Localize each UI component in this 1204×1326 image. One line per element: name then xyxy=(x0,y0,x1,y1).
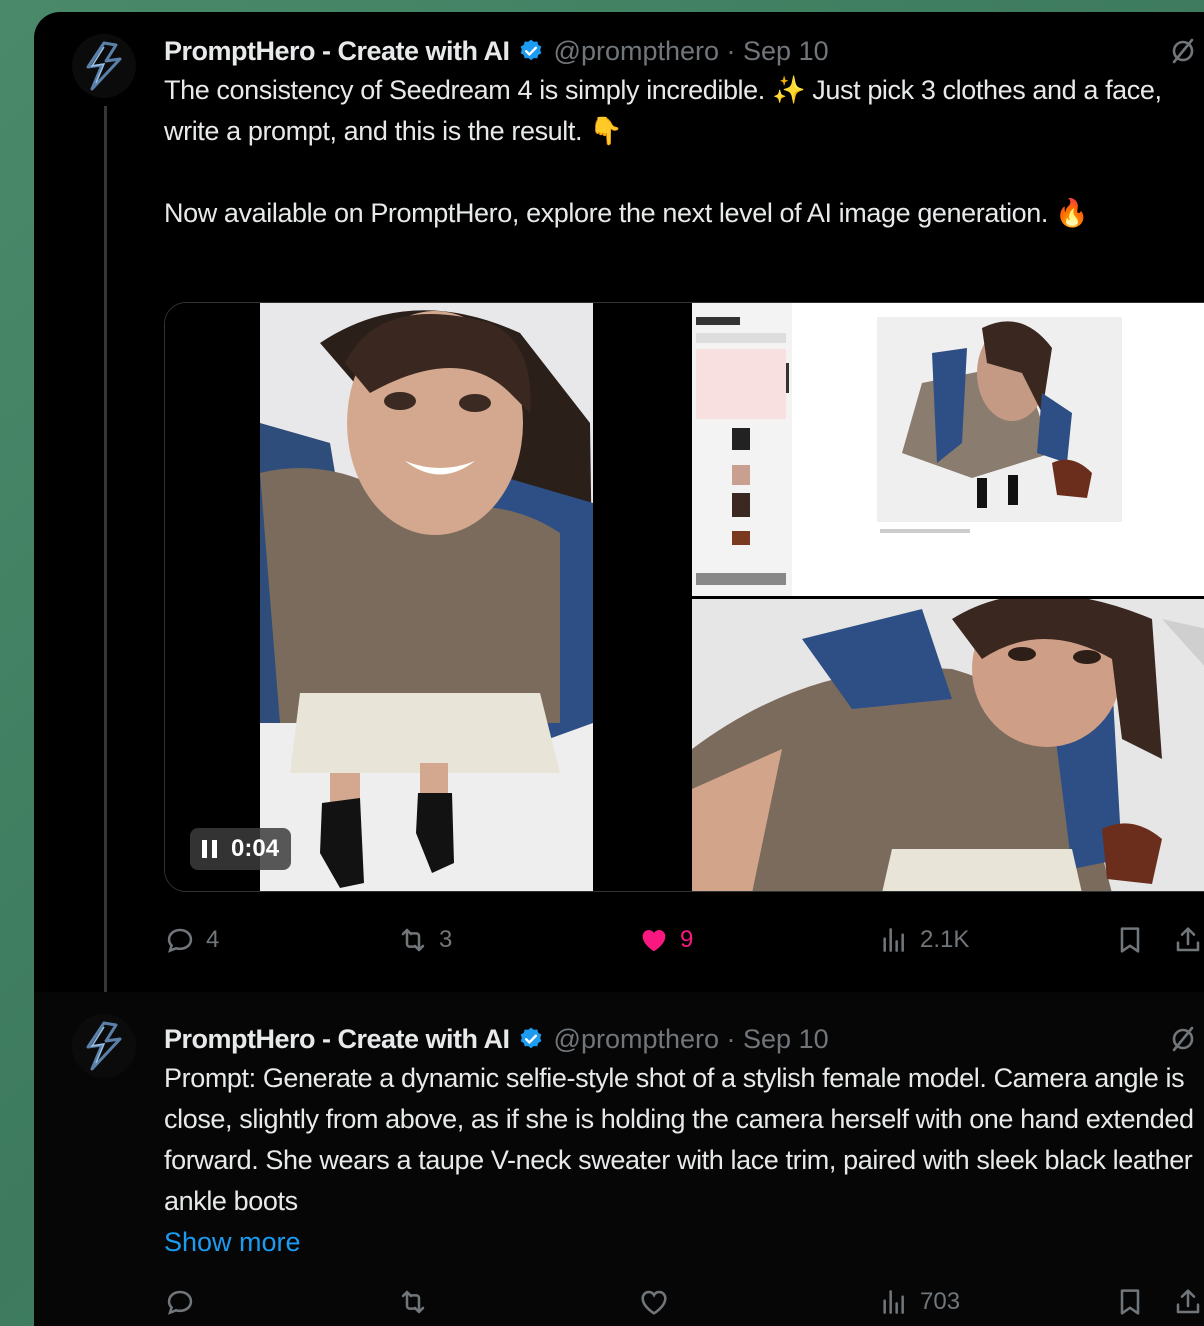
media-image[interactable] xyxy=(692,599,1204,891)
views-icon xyxy=(883,1290,904,1314)
like-icon xyxy=(641,1290,667,1315)
reply-icon xyxy=(167,928,193,953)
tweet-header: PromptHero - Create with AI @prompthero … xyxy=(164,1020,1204,1058)
share-icon xyxy=(1176,1289,1200,1314)
views-count: 2.1K xyxy=(920,926,970,953)
tweet[interactable]: PromptHero - Create with AI @prompthero … xyxy=(34,12,1204,996)
share-icon xyxy=(1176,927,1200,952)
screenshot-image xyxy=(692,303,1204,596)
video-frame[interactable] xyxy=(260,303,593,891)
tweet-content: PromptHero - Create with AI @prompthero … xyxy=(164,1020,1204,1262)
lightning-logo-icon xyxy=(86,41,122,91)
tweet-actions: 703 xyxy=(164,1282,1204,1322)
timeline-card: PromptHero - Create with AI @prompthero … xyxy=(34,12,1204,1326)
repost-button[interactable] xyxy=(397,1282,429,1322)
media-grid[interactable]: 0:04 xyxy=(164,302,1204,892)
reply-icon xyxy=(167,1290,193,1315)
reply-button[interactable]: 4 xyxy=(164,920,219,960)
thread-line xyxy=(104,106,107,996)
tweet-text: Prompt: Generate a dynamic selfie-style … xyxy=(164,1063,1194,1216)
share-button[interactable] xyxy=(1172,920,1204,960)
tweet-paragraph: Now available on PromptHero, explore the… xyxy=(164,198,1089,228)
repost-button[interactable]: 3 xyxy=(397,920,452,960)
tweet-actions: 4 3 9 2.1K xyxy=(164,920,1204,960)
like-button[interactable]: 9 xyxy=(638,920,693,960)
like-icon xyxy=(642,930,666,952)
author-name[interactable]: PromptHero - Create with AI xyxy=(164,36,510,67)
media-image[interactable] xyxy=(692,303,1204,596)
avatar[interactable] xyxy=(72,1014,136,1078)
bookmark-button[interactable] xyxy=(1114,1282,1146,1322)
grok-icon[interactable] xyxy=(1168,36,1198,66)
video-time-badge[interactable]: 0:04 xyxy=(190,828,292,870)
tweet-content: PromptHero - Create with AI @prompthero … xyxy=(164,32,1204,234)
video-thumbnail xyxy=(260,303,593,891)
video-time: 0:04 xyxy=(231,835,280,862)
tweet-paragraph: The consistency of Seedream 4 is simply … xyxy=(164,75,1162,146)
views-icon xyxy=(883,928,904,952)
bookmark-button[interactable] xyxy=(1114,920,1146,960)
verified-badge-icon xyxy=(520,39,541,61)
grok-icon[interactable] xyxy=(1168,1024,1198,1054)
selfie-image xyxy=(692,599,1204,891)
video-player[interactable]: 0:04 xyxy=(165,303,690,891)
repost-icon xyxy=(401,1290,425,1314)
bookmark-icon xyxy=(1120,927,1140,953)
author-name[interactable]: PromptHero - Create with AI xyxy=(164,1024,510,1055)
avatar[interactable] xyxy=(72,34,136,98)
handle-date[interactable]: @prompthero · Sep 10 xyxy=(554,36,829,67)
repost-icon xyxy=(401,928,425,952)
show-more-link[interactable]: Show more xyxy=(164,1222,1204,1262)
views-button[interactable]: 2.1K xyxy=(878,920,969,960)
share-button[interactable] xyxy=(1172,1282,1204,1322)
repost-count: 3 xyxy=(439,926,453,953)
views-button[interactable]: 703 xyxy=(878,1282,960,1322)
tweet-text: The consistency of Seedream 4 is simply … xyxy=(164,70,1204,234)
tweet-header: PromptHero - Create with AI @prompthero … xyxy=(164,32,1204,70)
verified-badge-icon xyxy=(520,1027,541,1049)
views-count: 703 xyxy=(920,1288,961,1315)
tweet[interactable]: PromptHero - Create with AI @prompthero … xyxy=(34,992,1204,1326)
pause-icon xyxy=(202,840,217,858)
like-button[interactable] xyxy=(638,1282,670,1322)
reply-count: 4 xyxy=(206,926,220,953)
handle-date[interactable]: @prompthero · Sep 10 xyxy=(554,1024,829,1055)
like-count: 9 xyxy=(680,926,694,953)
bookmark-icon xyxy=(1120,1289,1140,1315)
reply-button[interactable] xyxy=(164,1282,196,1322)
lightning-logo-icon xyxy=(86,1021,122,1071)
